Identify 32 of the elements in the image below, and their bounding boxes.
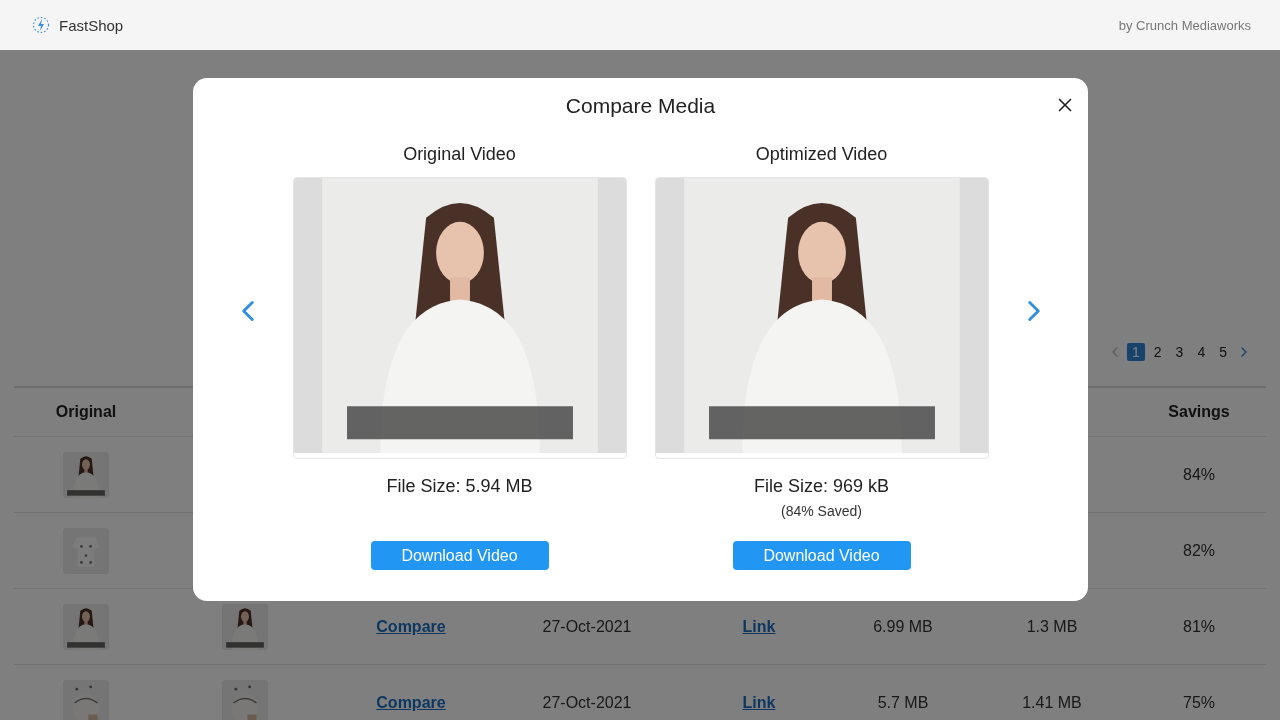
column-header: Original [55, 403, 117, 421]
media-link[interactable]: Link [742, 617, 776, 635]
brand-name: FastShop [59, 16, 124, 34]
panel-heading: Optimized Video [755, 144, 888, 165]
savings-cell: 84% [1183, 465, 1215, 484]
date-cell: 27-Oct-2021 [542, 617, 632, 635]
file-size-text: File Size: 969 kB [753, 476, 890, 497]
panel-heading: Original Video [403, 144, 516, 165]
compare-link[interactable]: Compare [376, 617, 446, 635]
size-cell: 1.3 MB [1026, 617, 1078, 635]
credit-text: by Crunch Mediaworks [1118, 17, 1251, 33]
saved-text: (84% Saved) [781, 503, 862, 519]
page-button[interactable]: 4 [1192, 343, 1211, 361]
download-button[interactable]: Download Video [370, 541, 549, 570]
size-cell: 1.41 MB [1022, 693, 1082, 711]
savings-cell: 82% [1183, 541, 1215, 560]
page-button[interactable]: 5 [1214, 343, 1232, 361]
date-cell: 27-Oct-2021 [542, 693, 632, 711]
media-link[interactable]: Link [742, 693, 776, 711]
compare-link[interactable]: Compare [376, 693, 446, 711]
size-cell: 6.99 MB [873, 617, 933, 635]
file-size-text: File Size: 5.94 MB [386, 476, 533, 497]
column-header: Savings [1168, 403, 1230, 421]
savings-cell: 75% [1183, 693, 1215, 712]
dialog-title: Compare Media [565, 94, 716, 118]
savings-cell: 81% [1183, 617, 1215, 636]
bolt-logo-icon [32, 16, 50, 34]
size-cell: 5.7 MB [877, 693, 929, 711]
download-button[interactable]: Download Video [732, 541, 911, 570]
page-button[interactable]: 2 [1148, 343, 1167, 361]
page-button[interactable]: 3 [1170, 343, 1189, 361]
page-button[interactable]: 1 [1127, 343, 1145, 361]
